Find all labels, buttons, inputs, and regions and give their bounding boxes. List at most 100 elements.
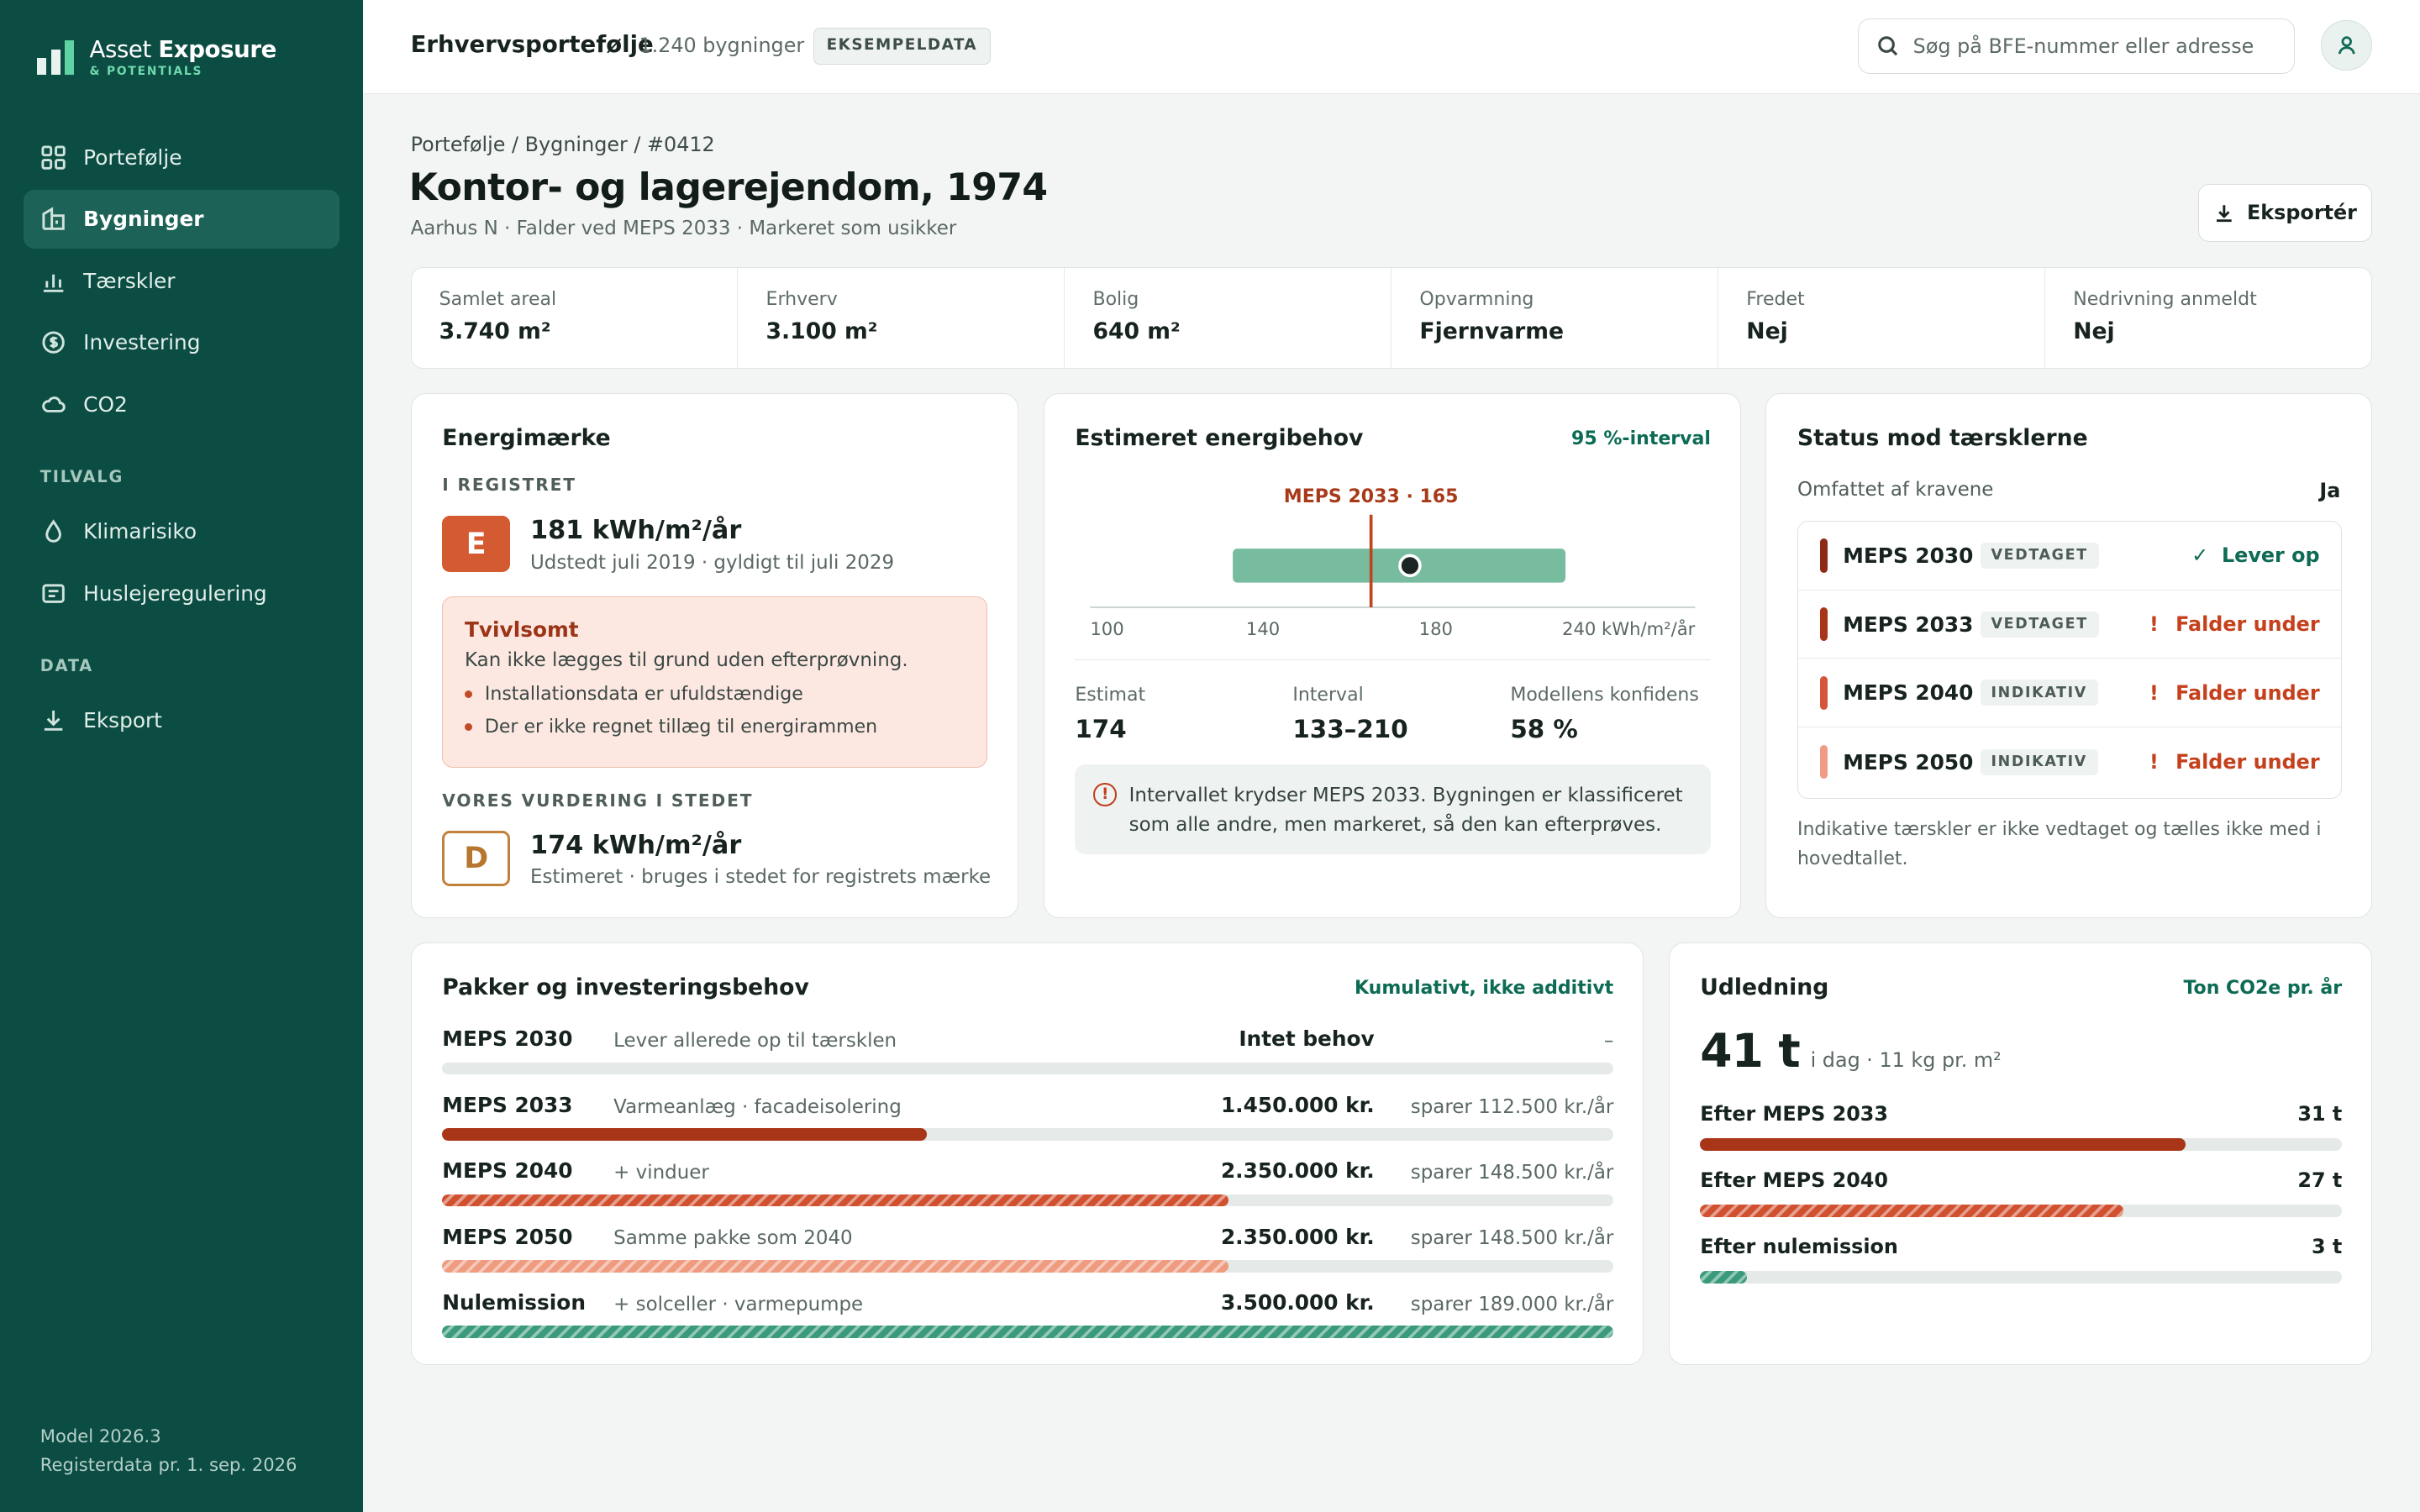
emissions-bar-track: [1700, 1205, 2343, 1217]
exclamation-icon: !: [2149, 750, 2159, 774]
x-tick-label: 240 kWh/m²/år: [1562, 618, 1696, 639]
card-title: Pakker og investeringsbehov: [442, 974, 809, 1000]
cloud-icon: [40, 391, 66, 417]
assessment-label: D 174 kWh/m²/år Estimeret · bruges i ste…: [442, 831, 991, 888]
sidebar-item-label: Bygninger: [83, 207, 204, 232]
drop-icon: [40, 518, 66, 544]
sidebar-item-label: Investering: [83, 330, 201, 355]
breadcrumb[interactable]: Portefølje / Bygninger / #0412: [411, 133, 715, 156]
registered-heading: I REGISTRET: [442, 474, 576, 495]
threshold-color-bar: [1819, 538, 1828, 573]
fact-value: Fjernvarme: [1419, 318, 1565, 344]
exclamation-icon: !: [2149, 612, 2159, 637]
page-title: Kontor- og lagerejendom, 1974: [408, 166, 1048, 210]
package-cost: Intet behov: [1239, 1026, 1375, 1052]
fact-total-area: Samlet areal 3.740 m²: [412, 267, 739, 368]
sidebar-item-label: CO2: [83, 391, 128, 417]
emissions-bar-fill: [1700, 1271, 1747, 1284]
covered-value: Ja: [2319, 479, 2341, 503]
package-saving: sparer 189.000 kr./år: [1410, 1293, 1614, 1315]
threshold-status: ! Falder under: [2144, 750, 2320, 774]
threshold-list: MEPS 2030 VEDTAGET ✓ Lever op MEPS 2033 VEDTA…: [1797, 520, 2343, 799]
threshold-status: ! Falder under: [2144, 612, 2320, 637]
building-count: 1.240 bygninger: [639, 34, 805, 58]
package-row[interactable]: Nulemission + solceller · varmepumpe 3.500…: [442, 1290, 1614, 1352]
assessment-heading: VORES VURDERING I STEDET: [442, 790, 754, 811]
package-cost: 2.350.000 kr.: [1220, 1224, 1375, 1249]
threshold-status: ! Falder under: [2144, 680, 2320, 705]
sidebar-item-huslejeregulering[interactable]: Huslejeregulering: [24, 564, 340, 622]
sidebar-item-eksport[interactable]: Eksport: [24, 691, 340, 750]
fact-value: Nej: [2073, 318, 2115, 344]
sidebar-item-co2[interactable]: CO2: [24, 375, 340, 433]
emissions-bar-fill: [1700, 1205, 2123, 1217]
sidebar-item-taerskler[interactable]: Tærskler: [24, 251, 340, 310]
package-saving: sparer 148.500 kr./år: [1410, 1227, 1614, 1250]
sidebar-item-label: Huslejeregulering: [83, 580, 267, 606]
cumulative-link[interactable]: Kumulativt, ikke additivt: [1355, 978, 1613, 999]
package-row[interactable]: MEPS 2033 Varmeanlæg · facadeisolering 1.4…: [442, 1093, 1614, 1154]
threshold-status: ✓ Lever op: [2191, 543, 2319, 567]
interval-chart: MEPS 2033 · 165 100 140 180 240 kWh/m²/år: [1091, 486, 1696, 639]
sidebar-item-label: Tærskler: [83, 268, 176, 293]
energy-estimate-card: Estimeret energibehov 95 %-interval MEPS…: [1043, 393, 1741, 918]
threshold-color-bar: [1819, 675, 1828, 710]
nav-section-data: DATA: [39, 656, 94, 676]
exclamation-icon: !: [2149, 680, 2159, 705]
emissions-row-label: Efter MEPS 2033: [1700, 1102, 1888, 1126]
threshold-status-card: Status mod tærsklerne Omfattet af kraven…: [1765, 393, 2373, 918]
export-button[interactable]: Eksportér: [2197, 183, 2373, 243]
sidebar-item-investering[interactable]: Investering: [24, 313, 340, 372]
package-description: Samme pakke som 2040: [613, 1227, 853, 1250]
sidebar-item-label: Portefølje: [83, 144, 182, 170]
building-facts: Samlet areal 3.740 m² Erhverv 3.100 m² Bol…: [410, 266, 2373, 369]
fact-value: 640 m²: [1092, 318, 1181, 344]
package-bar-fill: [442, 1259, 1228, 1273]
x-tick-label: 180: [1419, 618, 1453, 639]
package-saving: sparer 112.500 kr./år: [1410, 1095, 1614, 1118]
sidebar-item-label: Eksport: [83, 708, 162, 733]
coin-icon: [40, 329, 66, 355]
threshold-status-label: Falder under: [2175, 612, 2320, 637]
package-description: + solceller · varmepumpe: [613, 1293, 864, 1315]
top-bar: Erhvervsportefølje 1.240 bygninger EKSEM…: [362, 0, 2420, 95]
registered-value: 181 kWh/m²/år: [529, 516, 742, 546]
threshold-note: Indikative tærskler er ikke vedtaget og …: [1797, 818, 2322, 869]
current-emissions: 41 t i dag · 11 kg pr. m²: [1700, 1024, 2001, 1078]
estimate-point: [1398, 554, 1423, 578]
stat-value: 133–210: [1292, 714, 1408, 743]
fact-label: Samlet areal: [439, 289, 557, 311]
sidebar-item-bygninger[interactable]: Bygninger: [23, 189, 340, 249]
package-name: MEPS 2030: [442, 1026, 573, 1052]
emissions-unit-link[interactable]: Ton CO2e pr. år: [2183, 978, 2342, 999]
threshold-name: MEPS 2030: [1843, 543, 1974, 568]
energy-label-card: Energimærke I REGISTRET E 181 kWh/m²/år …: [410, 393, 1019, 918]
package-saving: sparer 148.500 kr./år: [1410, 1161, 1614, 1184]
app-logo[interactable]: Asset Exposure & POTENTIALS: [37, 36, 276, 78]
fact-value: 3.100 m²: [765, 318, 878, 344]
package-description: Varmeanlæg · facadeisolering: [613, 1095, 902, 1118]
divider: [1075, 659, 1712, 660]
threshold-name: MEPS 2033: [1843, 612, 1974, 637]
registered-label: E 181 kWh/m²/år Udstedt juli 2019 · gyld…: [442, 516, 894, 574]
sidebar-item-klimarisiko[interactable]: Klimarisiko: [24, 502, 340, 561]
threshold-row: MEPS 2033 VEDTAGET! Falder under: [1797, 591, 2342, 659]
package-row[interactable]: MEPS 2050 Samme pakke som 2040 2.350.000 k…: [442, 1224, 1614, 1286]
threshold-status-label: Lever op: [2221, 543, 2320, 568]
sidebar-item-portefolje[interactable]: Portefølje: [24, 128, 340, 186]
fact-value: 3.740 m²: [439, 318, 551, 344]
fact-label: Bolig: [1092, 289, 1139, 311]
threshold-name: MEPS 2050: [1843, 749, 1974, 774]
user-avatar[interactable]: [2321, 19, 2373, 71]
emissions-row-value: 3 t: [2311, 1235, 2343, 1259]
search-placeholder[interactable]: Søg på BFE-nummer eller adresse: [1913, 34, 2254, 58]
threshold-tag: VEDTAGET: [1980, 611, 2099, 638]
interval-link[interactable]: 95 %-interval: [1571, 428, 1711, 449]
search-input[interactable]: Søg på BFE-nummer eller adresse: [1858, 18, 2296, 75]
package-row[interactable]: MEPS 2040 + vinduer 2.350.000 kr. sparer 14…: [442, 1158, 1614, 1220]
stat-value: 58 %: [1510, 714, 1578, 743]
threshold-tag: INDIKATIV: [1980, 748, 2098, 775]
covered-label: Omfattet af kravene: [1797, 479, 1994, 501]
package-row[interactable]: MEPS 2030 Lever allerede op til tærsklen I…: [442, 1026, 1614, 1088]
interval-info-note: ! Intervallet krydser MEPS 2033. Bygning…: [1075, 764, 1712, 854]
